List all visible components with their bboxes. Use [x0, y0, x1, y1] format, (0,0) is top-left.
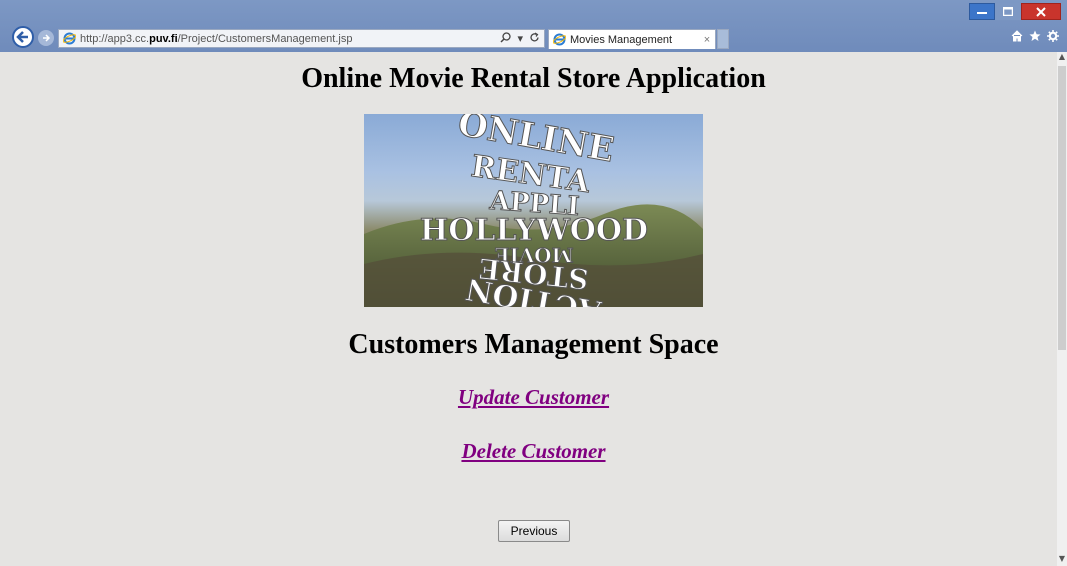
url-text: http://app3.cc.puv.fi/Project/CustomersM…: [80, 32, 353, 45]
window-left-edge: [0, 52, 10, 566]
page-content: Online Movie Rental Store Application ON…: [10, 52, 1057, 566]
tab-close-icon[interactable]: ×: [699, 34, 715, 46]
address-bar[interactable]: http://app3.cc.puv.fi/Project/CustomersM…: [58, 29, 545, 48]
section-title: Customers Management Space: [348, 329, 719, 360]
forward-arrow-icon: [43, 34, 51, 42]
delete-customer-link[interactable]: Delete Customer: [461, 439, 605, 463]
close-icon[interactable]: [1021, 3, 1061, 20]
settings-gear-icon[interactable]: [1047, 30, 1059, 46]
ie-logo-icon: [62, 32, 76, 46]
previous-button[interactable]: Previous: [498, 520, 570, 542]
browser-titlebar: http://app3.cc.puv.fi/Project/CustomersM…: [0, 0, 1067, 52]
back-button[interactable]: [12, 26, 34, 48]
banner-word-4: HOLLYWOOD: [420, 213, 648, 248]
tab-title: Movies Management: [570, 33, 673, 46]
toolbar-icons: [1011, 30, 1059, 46]
banner-image: ONLINE RENTA APPLI HOLLYWOOD MOVIE STORE…: [364, 114, 703, 307]
maximize-icon[interactable]: [995, 3, 1021, 20]
minimize-icon[interactable]: [969, 3, 995, 20]
update-customer-link[interactable]: Update Customer: [458, 385, 609, 409]
scroll-down-arrow-icon[interactable]: ▼: [1057, 554, 1067, 566]
scroll-thumb[interactable]: [1058, 66, 1066, 350]
vertical-scrollbar[interactable]: ▲ ▼: [1057, 52, 1067, 566]
home-icon[interactable]: [1011, 30, 1023, 46]
ie-logo-icon: [552, 33, 566, 47]
back-arrow-icon: [16, 31, 28, 43]
forward-button[interactable]: [38, 30, 54, 46]
delete-customer-link-row: Delete Customer: [10, 439, 1057, 464]
search-icon[interactable]: [500, 31, 512, 46]
scroll-up-arrow-icon[interactable]: ▲: [1057, 52, 1067, 64]
window-controls: [969, 3, 1061, 20]
page-title: Online Movie Rental Store Application: [301, 63, 766, 94]
update-customer-link-row: Update Customer: [10, 385, 1057, 410]
dropdown-arrow-icon[interactable]: ▾: [517, 32, 523, 45]
refresh-icon[interactable]: [529, 31, 540, 46]
tab-movies-management[interactable]: Movies Management ×: [548, 29, 716, 49]
new-tab-button[interactable]: [717, 29, 729, 49]
favorites-star-icon[interactable]: [1029, 30, 1041, 46]
